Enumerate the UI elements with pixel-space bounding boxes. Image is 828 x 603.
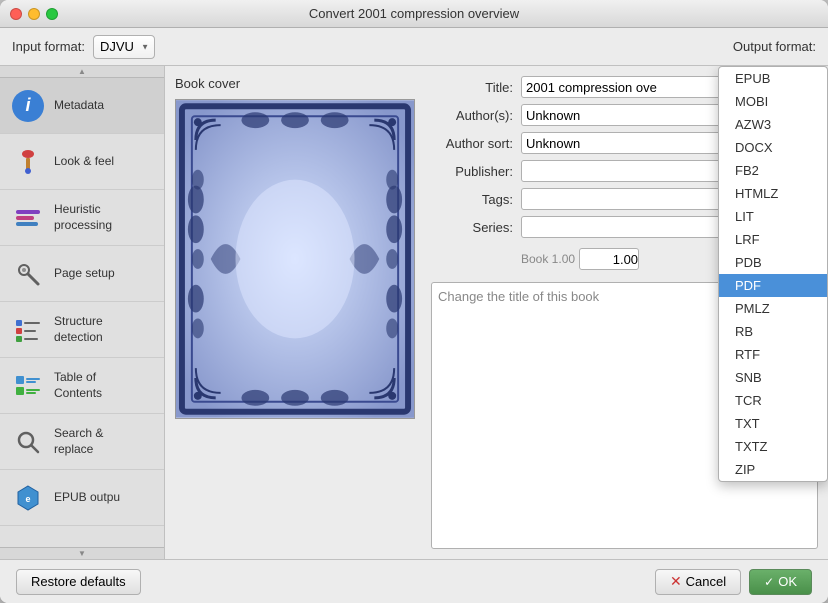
- cancel-button[interactable]: ✕ Cancel: [655, 569, 741, 595]
- sidebar-item-look-feel[interactable]: Look & feel: [0, 134, 164, 190]
- book-cover-label: Book cover: [175, 76, 415, 91]
- heuristic-icon: [10, 200, 46, 236]
- dropdown-item-lrf[interactable]: LRF: [719, 228, 827, 251]
- toolbar-right: Output format:: [733, 39, 816, 54]
- dropdown-item-txt[interactable]: TXT: [719, 412, 827, 435]
- window-title: Convert 2001 compression overview: [309, 6, 519, 21]
- ok-icon: ✓: [764, 575, 774, 589]
- maximize-button[interactable]: [46, 8, 58, 20]
- main-content: ▲ i Metadata Look & feel: [0, 66, 828, 559]
- dropdown-item-pdf[interactable]: PDF: [719, 274, 827, 297]
- title-label: Title:: [431, 80, 521, 95]
- sidebar-label-page-setup: Page setup: [54, 266, 115, 282]
- dropdown-item-fb2[interactable]: FB2: [719, 159, 827, 182]
- content-area: Book cover: [165, 66, 828, 559]
- restore-defaults-button[interactable]: Restore defaults: [16, 569, 141, 595]
- book-number-label: Book 1.00: [521, 252, 575, 266]
- dropdown-item-zip[interactable]: ZIP: [719, 458, 827, 481]
- series-label: Series:: [431, 220, 521, 235]
- book-number-field[interactable]: [579, 248, 639, 270]
- sidebar-label-metadata: Metadata: [54, 98, 104, 114]
- search-icon: [10, 424, 46, 460]
- dropdown-item-docx[interactable]: DOCX: [719, 136, 827, 159]
- author-sort-label: Author sort:: [431, 136, 521, 151]
- sidebar-label-look-feel: Look & feel: [54, 154, 114, 170]
- output-format-label: Output format:: [733, 39, 816, 54]
- sidebar-item-page-setup[interactable]: Page setup: [0, 246, 164, 302]
- ok-label: OK: [778, 574, 797, 589]
- structure-icon: [10, 312, 46, 348]
- action-buttons: ✕ Cancel ✓ OK: [655, 569, 812, 595]
- book-cover-svg: [176, 99, 414, 419]
- wrench-icon: [10, 256, 46, 292]
- bottombar: Restore defaults ✕ Cancel ✓ OK: [0, 559, 828, 603]
- dropdown-item-pdb[interactable]: PDB: [719, 251, 827, 274]
- input-format-label: Input format:: [12, 39, 85, 54]
- book-cover-image[interactable]: [175, 99, 415, 419]
- sidebar-item-heuristic[interactable]: Heuristicprocessing: [0, 190, 164, 246]
- toc-icon: [10, 368, 46, 404]
- dropdown-item-rb[interactable]: RB: [719, 320, 827, 343]
- sidebar-label-heuristic: Heuristicprocessing: [54, 202, 112, 233]
- book-cover-section: Book cover: [175, 76, 415, 549]
- dropdown-item-rtf[interactable]: RTF: [719, 343, 827, 366]
- sidebar-label-epub-output: EPUB outpu: [54, 490, 120, 506]
- sidebar-item-epub-output[interactable]: e EPUB outpu: [0, 470, 164, 526]
- authors-label: Author(s):: [431, 108, 521, 123]
- description-placeholder: Change the title of this book: [438, 289, 599, 304]
- cancel-label: Cancel: [686, 574, 726, 589]
- dropdown-item-htmlz[interactable]: HTMLZ: [719, 182, 827, 205]
- toolbar: Input format: DJVU Output format:: [0, 28, 828, 66]
- dropdown-item-txtz[interactable]: TXTZ: [719, 435, 827, 458]
- ok-button[interactable]: ✓ OK: [749, 569, 812, 595]
- sidebar-label-structure: Structuredetection: [54, 314, 103, 345]
- info-icon: i: [10, 88, 46, 124]
- minimize-button[interactable]: [28, 8, 40, 20]
- titlebar: Convert 2001 compression overview: [0, 0, 828, 28]
- sidebar-scroll-top: ▲: [0, 66, 164, 78]
- dropdown-item-epub[interactable]: EPUB: [719, 67, 827, 90]
- brush-icon: [10, 144, 46, 180]
- dropdown-item-tcr[interactable]: TCR: [719, 389, 827, 412]
- sidebar-label-search-replace: Search &replace: [54, 426, 103, 457]
- sidebar-label-toc: Table ofContents: [54, 370, 102, 401]
- dropdown-item-mobi[interactable]: MOBI: [719, 90, 827, 113]
- publisher-label: Publisher:: [431, 164, 521, 179]
- sidebar-item-structure[interactable]: Structuredetection: [0, 302, 164, 358]
- input-format-select[interactable]: DJVU: [93, 35, 155, 59]
- sidebar-scroll-bottom: ▼: [0, 547, 164, 559]
- output-format-dropdown: EPUB MOBI AZW3 DOCX FB2 HTMLZ LIT LRF PD…: [718, 66, 828, 482]
- sidebar-item-toc[interactable]: Table ofContents: [0, 358, 164, 414]
- cancel-icon: ✕: [670, 573, 682, 590]
- close-button[interactable]: [10, 8, 22, 20]
- main-window: Convert 2001 compression overview Input …: [0, 0, 828, 603]
- dropdown-item-snb[interactable]: SNB: [719, 366, 827, 389]
- sidebar: ▲ i Metadata Look & feel: [0, 66, 165, 559]
- dropdown-list: EPUB MOBI AZW3 DOCX FB2 HTMLZ LIT LRF PD…: [718, 66, 828, 482]
- epub-icon: e: [10, 480, 46, 516]
- sidebar-item-metadata[interactable]: i Metadata: [0, 78, 164, 134]
- sidebar-item-search-replace[interactable]: Search &replace: [0, 414, 164, 470]
- input-format-select-wrapper[interactable]: DJVU: [93, 35, 155, 59]
- dropdown-item-azw3[interactable]: AZW3: [719, 113, 827, 136]
- dropdown-item-pmlz[interactable]: PMLZ: [719, 297, 827, 320]
- tags-label: Tags:: [431, 192, 521, 207]
- window-controls: [10, 8, 58, 20]
- dropdown-item-lit[interactable]: LIT: [719, 205, 827, 228]
- svg-text:e: e: [25, 494, 30, 504]
